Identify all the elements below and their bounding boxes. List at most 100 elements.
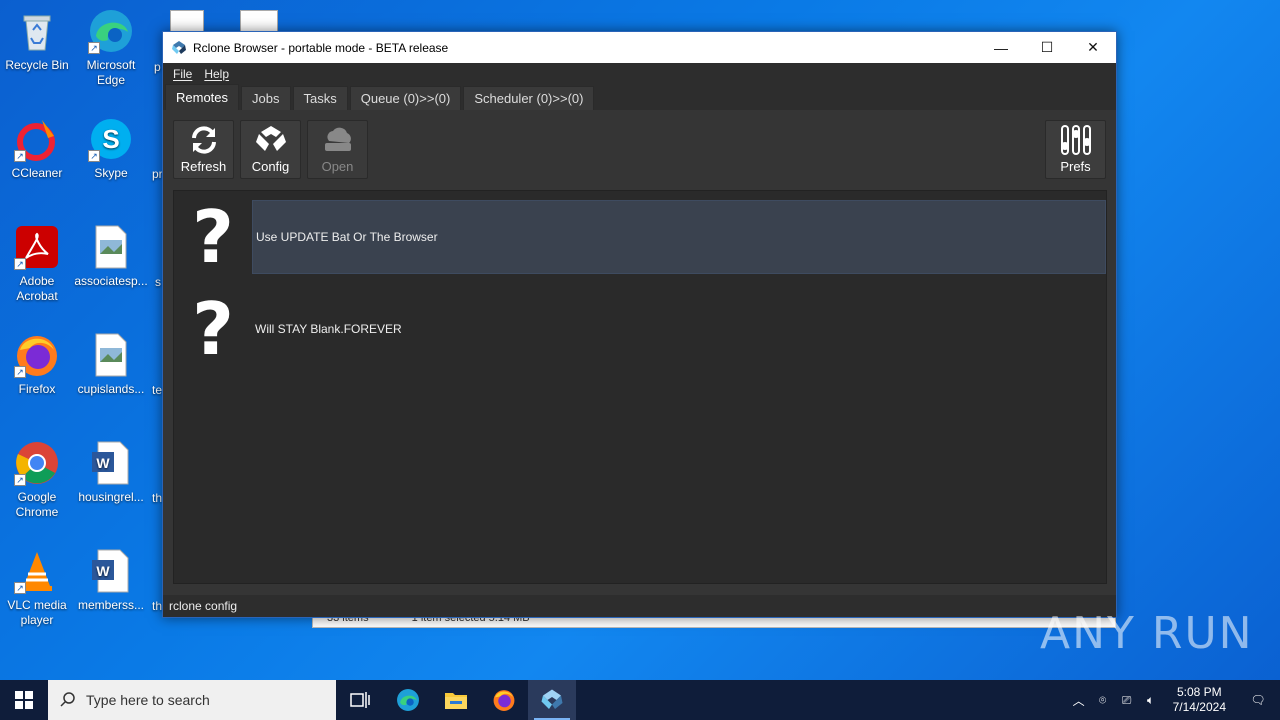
title-bar[interactable]: Rclone Browser - portable mode - BETA re… <box>163 32 1116 63</box>
volume-icon[interactable]: 🔈︎ <box>1139 693 1163 708</box>
partial-desktop-label: s <box>155 275 161 289</box>
desktop-icon-label: CCleaner <box>11 166 63 180</box>
task-view-button[interactable] <box>336 680 384 720</box>
desktop-icon-adobe-acrobat[interactable]: ↗ Adobe Acrobat <box>0 224 74 304</box>
desktop-icon-recycle-bin[interactable]: Recycle Bin <box>0 8 74 73</box>
desktop-icon-label: Microsoft Edge <box>86 58 136 87</box>
clock[interactable]: 5:08 PM 7/14/2024 <box>1163 685 1236 715</box>
refresh-button[interactable]: Refresh <box>173 120 234 179</box>
taskbar-rclone-browser[interactable] <box>528 680 576 720</box>
desktop-icon-label: Firefox <box>18 382 56 396</box>
config-button[interactable]: Config <box>240 120 301 179</box>
remote-item-label: Use UPDATE Bat Or The Browser <box>252 200 1106 274</box>
remote-item[interactable]: ? Will STAY Blank.FOREVER <box>174 283 1106 375</box>
rclone-logo-icon <box>241 121 300 159</box>
image-file-icon <box>88 332 134 378</box>
desktop-icon-cupislands[interactable]: cupislands... <box>74 332 148 397</box>
rclone-browser-window: Rclone Browser - portable mode - BETA re… <box>162 31 1117 618</box>
toolbar: Refresh Config Open Prefs <box>173 120 1106 180</box>
network-icon[interactable]: ⎚ <box>1115 693 1139 708</box>
taskbar-edge[interactable] <box>384 680 432 720</box>
refresh-icon <box>174 121 233 159</box>
desktop-icon-housingrel[interactable]: W housingrel... <box>74 440 148 505</box>
taskbar: Type here to search ︿ ⌾ ⎚ 🔈︎ 5:08 PM 7/1… <box>0 680 1280 720</box>
remote-item-label: Will STAY Blank.FOREVER <box>255 322 402 336</box>
desktop-icon-associatesp[interactable]: associatesp... <box>74 224 148 289</box>
partial-desktop-label: te <box>152 383 163 397</box>
tab-bar: Remotes Jobs Tasks Queue (0)>>(0) Schedu… <box>163 84 1116 110</box>
desktop-icon-microsoft-edge[interactable]: ↗ Microsoft Edge <box>74 8 148 88</box>
notification-icon[interactable]: 🗨︎ <box>1236 693 1280 707</box>
desktop-icon-label: housingrel... <box>78 490 144 504</box>
tab-remotes[interactable]: Remotes <box>165 84 240 110</box>
search-icon <box>60 691 76 710</box>
desktop-icon-label: associatesp... <box>74 274 148 288</box>
desktop-icon-skype[interactable]: S ↗ Skype <box>74 116 148 181</box>
desktop-icon-label: Skype <box>94 166 128 180</box>
shortcut-arrow-icon: ↗ <box>14 474 26 486</box>
chevron-up-icon[interactable]: ︿ <box>1067 692 1091 709</box>
remotes-list: ? Use UPDATE Bat Or The Browser ? Will S… <box>173 190 1107 584</box>
open-button[interactable]: Open <box>307 120 368 179</box>
cloud-drive-icon <box>308 121 367 159</box>
prefs-button[interactable]: Prefs <box>1045 120 1106 179</box>
desktop-icon-firefox[interactable]: ↗ Firefox <box>0 332 74 397</box>
recycle-bin-icon <box>14 8 60 54</box>
desktop-icon-memberss[interactable]: W memberss... <box>74 548 148 613</box>
tab-jobs[interactable]: Jobs <box>241 86 291 110</box>
minimize-button[interactable]: — <box>978 32 1024 63</box>
edge-icon <box>397 689 419 711</box>
windows-logo-icon <box>15 691 33 709</box>
close-button[interactable]: ✕ <box>1070 32 1116 63</box>
tab-scheduler[interactable]: Scheduler (0)>>(0) <box>463 86 595 110</box>
maximize-button[interactable]: ☐ <box>1024 32 1070 63</box>
prefs-label: Prefs <box>1060 159 1091 174</box>
task-view-icon <box>350 692 370 708</box>
remote-item[interactable]: ? Use UPDATE Bat Or The Browser <box>174 191 1106 283</box>
rclone-app-icon <box>171 40 187 56</box>
image-file-icon <box>88 224 134 270</box>
start-button[interactable] <box>0 680 48 720</box>
ccleaner-icon: ↗ <box>14 116 60 162</box>
rclone-app-icon <box>541 689 563 709</box>
shortcut-arrow-icon: ↗ <box>14 582 26 594</box>
menu-file[interactable]: File <box>167 67 198 81</box>
desktop-icon-ccleaner[interactable]: ↗ CCleaner <box>0 116 74 181</box>
svg-text:W: W <box>96 455 110 471</box>
question-mark-icon: ? <box>192 287 234 371</box>
shortcut-arrow-icon: ↗ <box>14 366 26 378</box>
taskbar-file-explorer[interactable] <box>432 680 480 720</box>
desktop-icon-label: Recycle Bin <box>5 58 69 72</box>
partial-desktop-label: p <box>154 60 161 74</box>
shortcut-arrow-icon: ↗ <box>88 42 100 54</box>
tab-queue[interactable]: Queue (0)>>(0) <box>349 86 462 110</box>
edge-icon: ↗ <box>88 8 134 54</box>
clock-date: 7/14/2024 <box>1172 700 1226 714</box>
shortcut-arrow-icon: ↗ <box>14 258 26 270</box>
open-label: Open <box>321 159 354 174</box>
shortcut-arrow-icon: ↗ <box>88 150 100 162</box>
watermark-logo: ANY RUN <box>1040 608 1254 659</box>
taskbar-search[interactable]: Type here to search <box>48 680 336 720</box>
desktop-icon-vlc[interactable]: ↗ VLC media player <box>0 548 74 628</box>
taskbar-firefox[interactable] <box>480 680 528 720</box>
word-document-icon: W <box>88 548 134 594</box>
desktop-icon-label: Adobe Acrobat <box>16 274 58 303</box>
search-placeholder: Type here to search <box>86 692 210 708</box>
svg-text:W: W <box>96 563 110 579</box>
desktop-icon-label: Google Chrome <box>15 490 59 519</box>
menu-help[interactable]: Help <box>198 67 235 81</box>
partial-word-icon <box>240 10 278 32</box>
word-document-icon: W <box>88 440 134 486</box>
config-label: Config <box>251 159 290 174</box>
partial-desktop-label: th <box>152 491 163 505</box>
skype-icon: S ↗ <box>88 116 134 162</box>
meet-now-icon[interactable]: ⌾ <box>1091 693 1115 708</box>
question-mark-icon: ? <box>192 195 234 279</box>
desktop-icon-google-chrome[interactable]: ↗ Google Chrome <box>0 440 74 520</box>
svg-text:S: S <box>102 124 119 154</box>
folder-icon <box>445 693 467 709</box>
desktop-icon-label: memberss... <box>77 598 144 612</box>
tab-tasks[interactable]: Tasks <box>292 86 348 110</box>
menu-bar: File Help <box>163 63 1116 84</box>
